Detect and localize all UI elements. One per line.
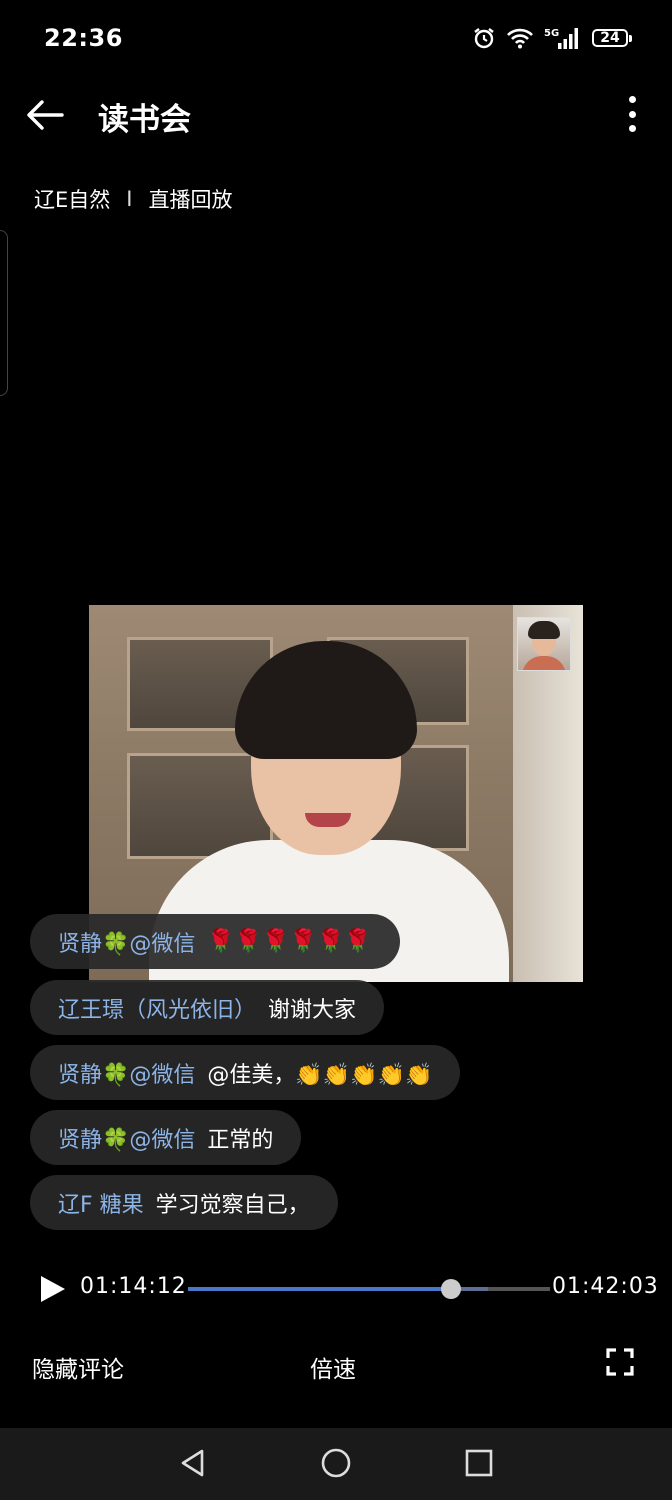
triangle-back-icon [181,1449,204,1477]
speed-button[interactable]: 倍速 [310,1350,356,1384]
play-button[interactable] [36,1272,70,1306]
total-time: 01:42:03 [552,1274,659,1299]
circle-home-icon [321,1448,351,1478]
channel-name[interactable]: 辽E自然 [34,184,110,214]
status-time: 22:36 [44,24,123,52]
battery-level: 24 [600,30,620,46]
more-options-icon[interactable] [620,94,644,134]
comment-user[interactable]: 辽王璟（风光依旧） [58,992,256,1024]
comment-text: 学习觉察自己， [155,1192,310,1218]
progress-slider[interactable] [188,1279,550,1299]
nav-recents-button[interactable] [464,1448,494,1478]
comment-item: 贤静🍀@微信 @佳美，👏👏👏👏👏 [30,1045,461,1100]
wifi-icon [507,28,533,49]
comment-user[interactable]: 贤静🍀@微信 [58,1057,195,1089]
comment-text: 正常的 [207,1127,274,1153]
fullscreen-button[interactable] [606,1348,634,1376]
progress-fill [188,1287,452,1291]
separator: I [126,187,133,211]
status-icons: 5G 24 [472,26,632,50]
comment-item: 辽王璟（风光依旧） 谢谢大家 [30,980,385,1035]
comment-item: 辽F 糖果 学习觉察自己， [30,1175,338,1230]
nav-back-button[interactable] [178,1448,208,1478]
replay-label: 直播回放 [148,188,233,212]
pip-video[interactable] [517,617,571,671]
square-recents-icon [465,1449,493,1477]
arrow-left-icon [27,100,64,130]
comment-text: 谢谢大家 [268,997,357,1023]
comment-text: 🌹🌹🌹🌹🌹🌹 [207,929,372,954]
current-time: 01:14:12 [80,1274,187,1299]
fullscreen-icon [606,1348,634,1376]
signal-5g-icon: 5G [544,28,578,49]
svg-text:5G: 5G [544,28,559,39]
channel-info: 辽E自然 I 直播回放 [34,184,232,214]
play-icon [41,1276,65,1302]
comment-user[interactable]: 贤静🍀@微信 [58,926,195,958]
comment-item: 贤静🍀@微信 正常的 [30,1110,302,1165]
page-title: 读书会 [98,102,191,138]
back-button[interactable] [22,92,68,138]
alarm-icon [474,28,494,49]
side-drawer-handle[interactable] [0,230,8,396]
comment-user[interactable]: 贤静🍀@微信 [58,1122,195,1154]
comment-user[interactable]: 辽F 糖果 [58,1187,144,1219]
nav-home-button[interactable] [321,1448,351,1478]
hide-comments-button[interactable]: 隐藏评论 [32,1350,124,1384]
progress-knob[interactable] [441,1279,462,1299]
comment-text: @佳美，👏👏👏👏👏 [207,1062,433,1088]
comment-item: 贤静🍀@微信 🌹🌹🌹🌹🌹🌹 [30,914,400,969]
battery-icon: 24 [592,29,632,47]
